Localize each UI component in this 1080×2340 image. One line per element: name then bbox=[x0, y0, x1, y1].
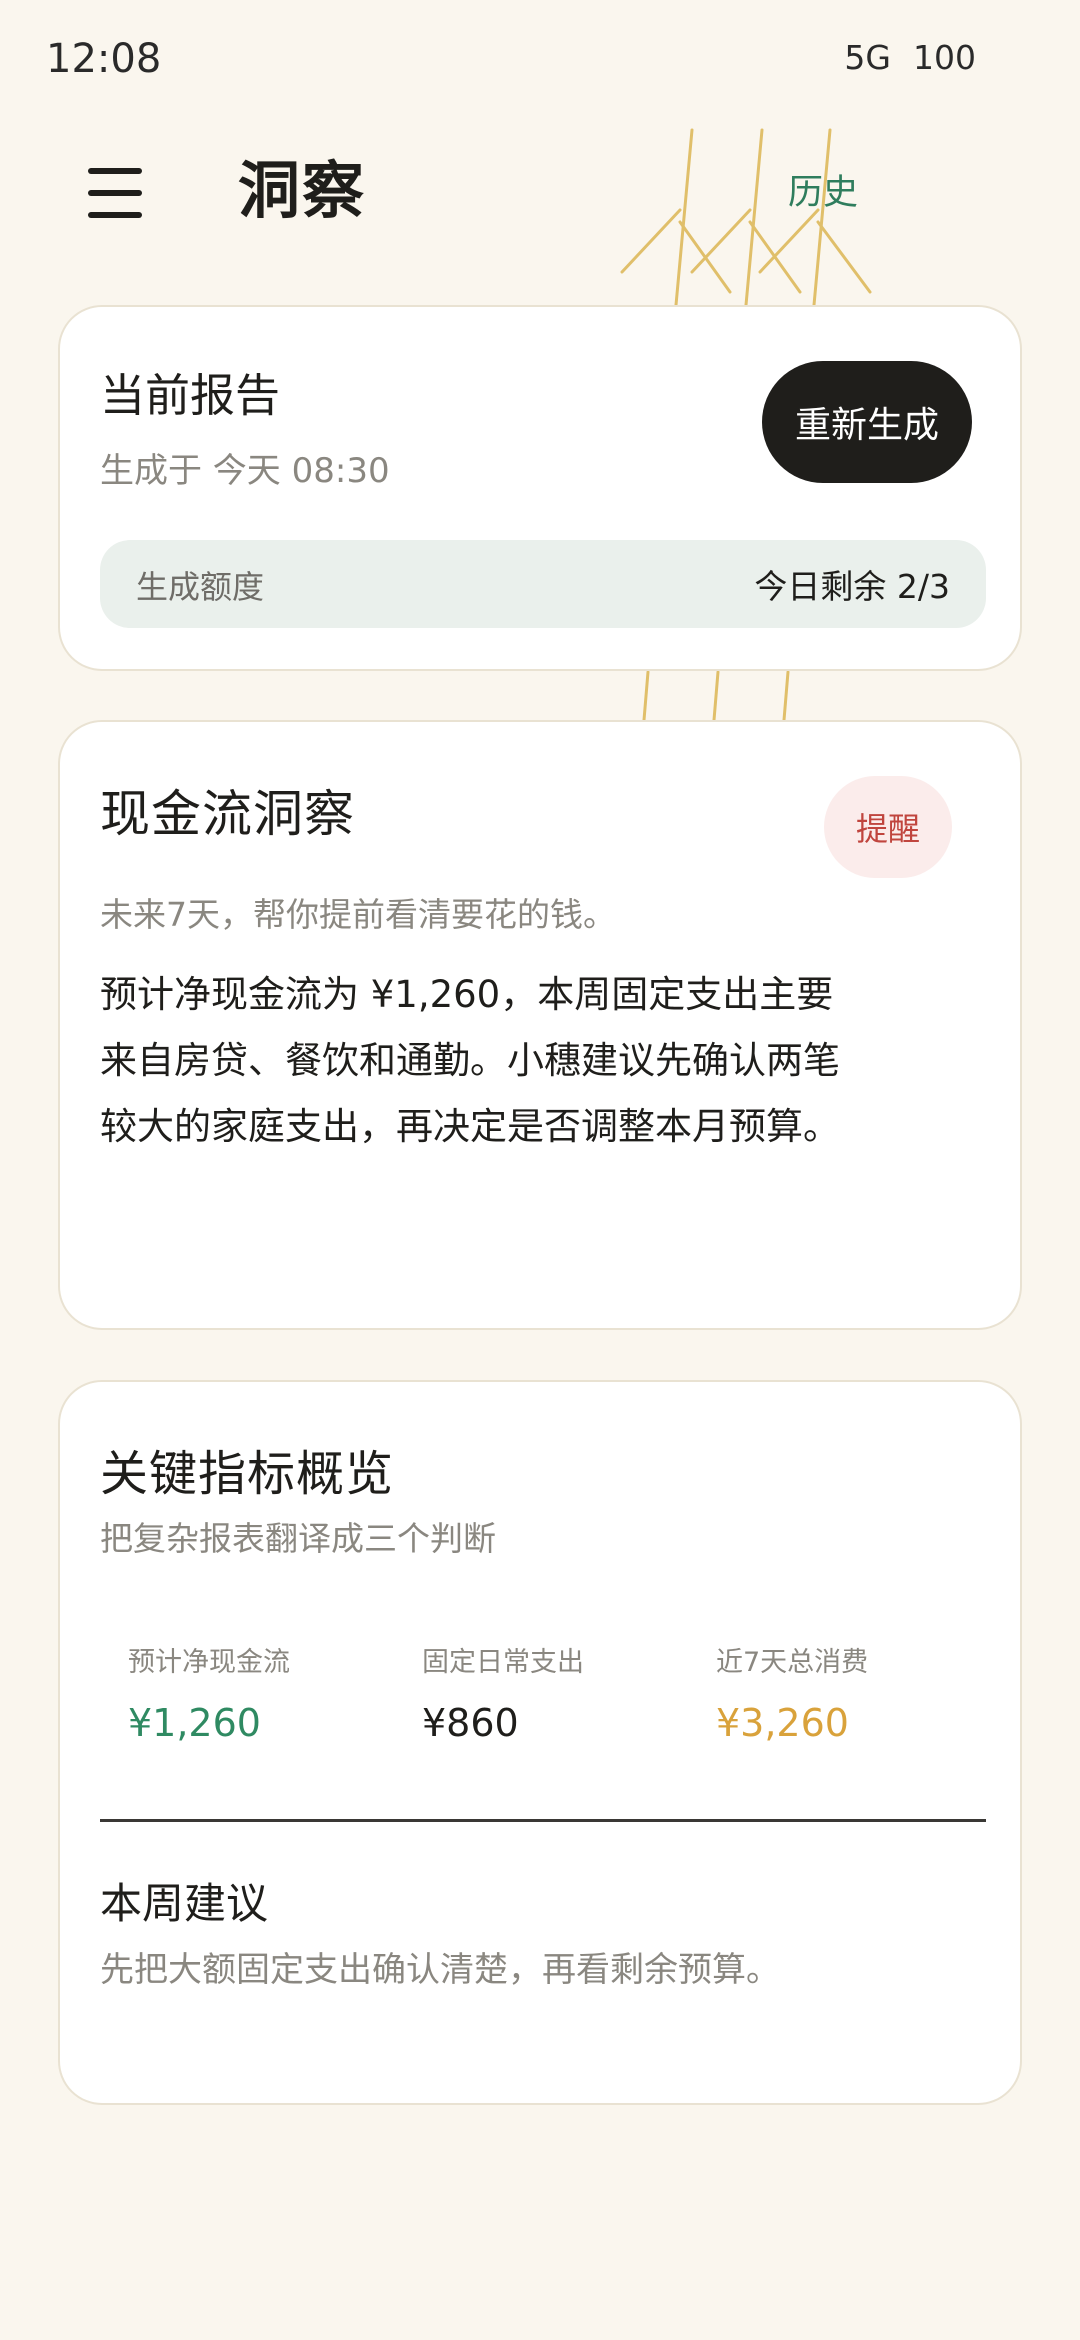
divider bbox=[100, 1819, 986, 1822]
week-advice-text: 先把大额固定支出确认清楚，再看剩余预算。 bbox=[100, 1950, 780, 1990]
cashflow-body: 预计净现金流为 ¥1,260，本周固定支出主要来自房贷、餐饮和通勤。小穗建议先确… bbox=[100, 973, 840, 1148]
week-advice-title: 本周建议 bbox=[100, 1879, 269, 1928]
metric-7day-spending: 近7天总消费 ¥3,260 bbox=[716, 1640, 868, 1745]
status-indicators: 5G 100 bbox=[844, 38, 976, 77]
quota-value: 今日剩余 2/3 bbox=[754, 567, 950, 606]
page-title: 洞察 bbox=[238, 154, 367, 227]
quota-bar: 生成额度 今日剩余 2/3 bbox=[100, 540, 986, 628]
hamburger-menu-icon[interactable] bbox=[84, 166, 144, 226]
kpi-title: 关键指标概览 bbox=[100, 1446, 395, 1502]
quota-label: 生成额度 bbox=[136, 568, 265, 606]
metric-fixed-expense: 固定日常支出 ¥860 bbox=[422, 1640, 584, 1745]
cashflow-card[interactable]: 现金流洞察 提醒 未来7天，帮你提前看清要花的钱。 预计净现金流为 ¥1,260… bbox=[58, 720, 1022, 1330]
battery-level: 100 bbox=[913, 38, 976, 77]
metric-value: ¥3,260 bbox=[716, 1701, 849, 1745]
report-generated-time: 生成于 今天 08:30 bbox=[100, 451, 390, 491]
status-time: 12:08 bbox=[46, 36, 162, 82]
metric-label: 固定日常支出 bbox=[422, 1647, 584, 1678]
cashflow-subtitle: 未来7天，帮你提前看清要花的钱。 bbox=[100, 895, 616, 934]
kpi-card: 关键指标概览 把复杂报表翻译成三个判断 预计净现金流 ¥1,260 固定日常支出… bbox=[58, 1380, 1022, 2105]
report-title: 当前报告 bbox=[100, 369, 281, 422]
metric-label: 近7天总消费 bbox=[716, 1647, 869, 1678]
metric-net-cashflow: 预计净现金流 ¥1,260 bbox=[128, 1640, 290, 1745]
network-indicator: 5G bbox=[844, 38, 891, 77]
history-link[interactable]: 历史 bbox=[788, 164, 858, 215]
insights-screen: 12:08 5G 100 洞察 历史 当前报告 生成于 今天 08:30 重新生… bbox=[0, 0, 1080, 2340]
alert-badge: 提醒 bbox=[824, 776, 952, 878]
current-report-card: 当前报告 生成于 今天 08:30 重新生成 生成额度 今日剩余 2/3 bbox=[58, 305, 1022, 671]
kpi-subtitle: 把复杂报表翻译成三个判断 bbox=[100, 1519, 496, 1558]
metric-value: ¥1,260 bbox=[128, 1701, 261, 1745]
regenerate-button[interactable]: 重新生成 bbox=[762, 361, 972, 483]
metric-value: ¥860 bbox=[422, 1701, 519, 1745]
cashflow-title: 现金流洞察 bbox=[100, 785, 355, 843]
metric-label: 预计净现金流 bbox=[128, 1647, 290, 1678]
